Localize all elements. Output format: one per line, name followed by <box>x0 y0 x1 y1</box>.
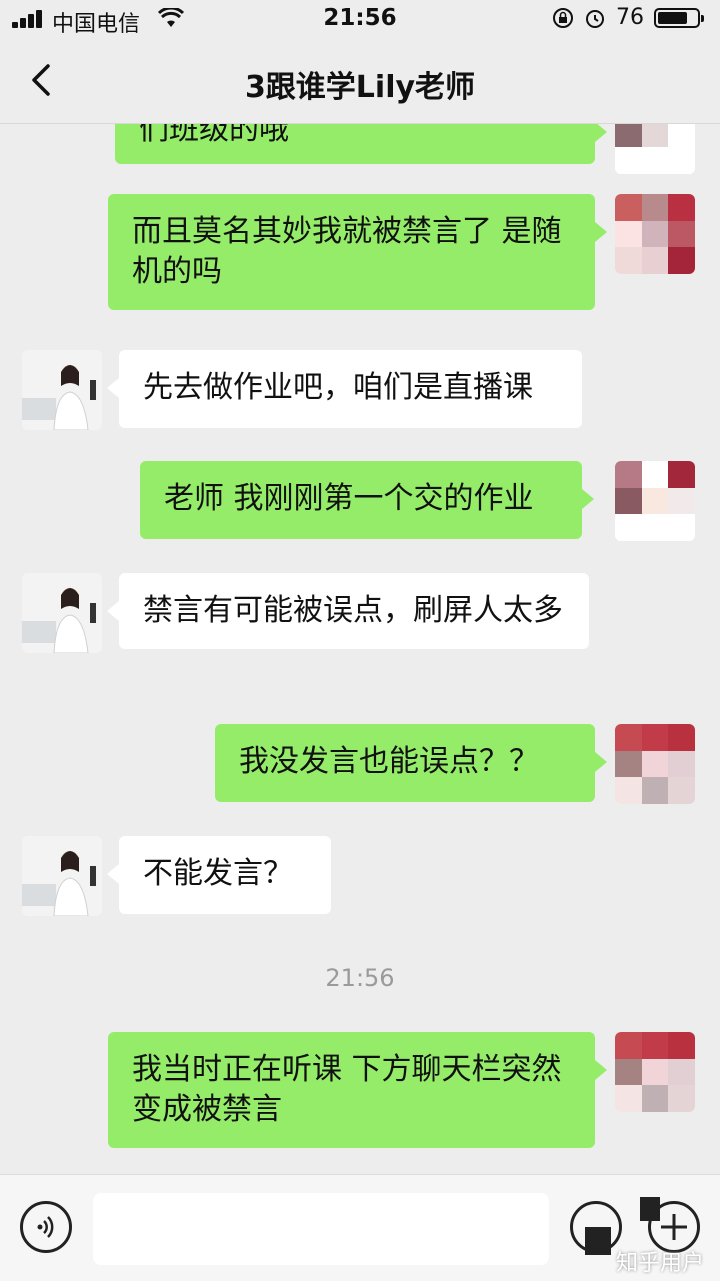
message-bubble[interactable]: 老师 我刚刚第一个交的作业 <box>140 461 594 539</box>
self-avatar[interactable] <box>615 124 695 174</box>
mosaic-block <box>640 1197 660 1221</box>
battery-icon <box>654 7 704 28</box>
teacher-avatar[interactable] <box>22 836 102 916</box>
self-avatar[interactable] <box>615 194 695 274</box>
alarm-icon <box>586 9 604 28</box>
teacher-avatar[interactable] <box>22 573 102 653</box>
teacher-avatar[interactable] <box>22 350 102 430</box>
status-bar: 中国电信 21:56 76 <box>0 0 720 40</box>
message-bubble[interactable]: 我没发言也能误点？？ <box>215 724 607 802</box>
self-avatar[interactable] <box>615 1032 695 1112</box>
mosaic-block <box>585 1227 611 1255</box>
input-bar: 知乎用户 <box>0 1174 720 1281</box>
message-bubble[interactable]: 们班级的哦 <box>115 124 607 164</box>
chat-title: 3跟谁学Lily老师 <box>244 70 476 105</box>
teacher-photo-icon <box>22 350 102 430</box>
self-avatar[interactable] <box>615 724 695 804</box>
voice-icon[interactable] <box>20 1201 72 1253</box>
message-bubble[interactable]: 不能发言？ <box>107 836 331 914</box>
message-bubble[interactable]: 而且莫名其妙我就被禁言了 是随机的吗 <box>108 194 607 310</box>
teacher-photo-icon <box>22 836 102 916</box>
message-bubble[interactable]: 先去做作业吧，咱们是直播课 <box>107 350 582 428</box>
watermark: 知乎用户 <box>615 1251 704 1276</box>
message-bubble[interactable]: 我当时正在听课 下方聊天栏突然变成被禁言 <box>108 1032 607 1148</box>
message-bubble[interactable]: 禁言有可能被误点，刷屏人太多 <box>107 573 589 649</box>
message-input[interactable] <box>93 1193 549 1265</box>
message-list[interactable]: 们班级的哦 而且莫名其妙我就被禁言了 是随机的吗 先去做作业吧，咱们是直播课 老… <box>0 124 720 1174</box>
battery-percent: 76 <box>616 5 644 30</box>
message-timestamp: 21:56 <box>325 964 395 992</box>
teacher-photo-icon <box>22 573 102 653</box>
rotation-lock-icon <box>553 7 573 28</box>
chat-header: 3跟谁学Lily老师 <box>0 40 720 124</box>
voice-wave-icon <box>37 1216 54 1238</box>
battery-fill <box>658 11 687 24</box>
self-avatar[interactable] <box>615 461 695 541</box>
